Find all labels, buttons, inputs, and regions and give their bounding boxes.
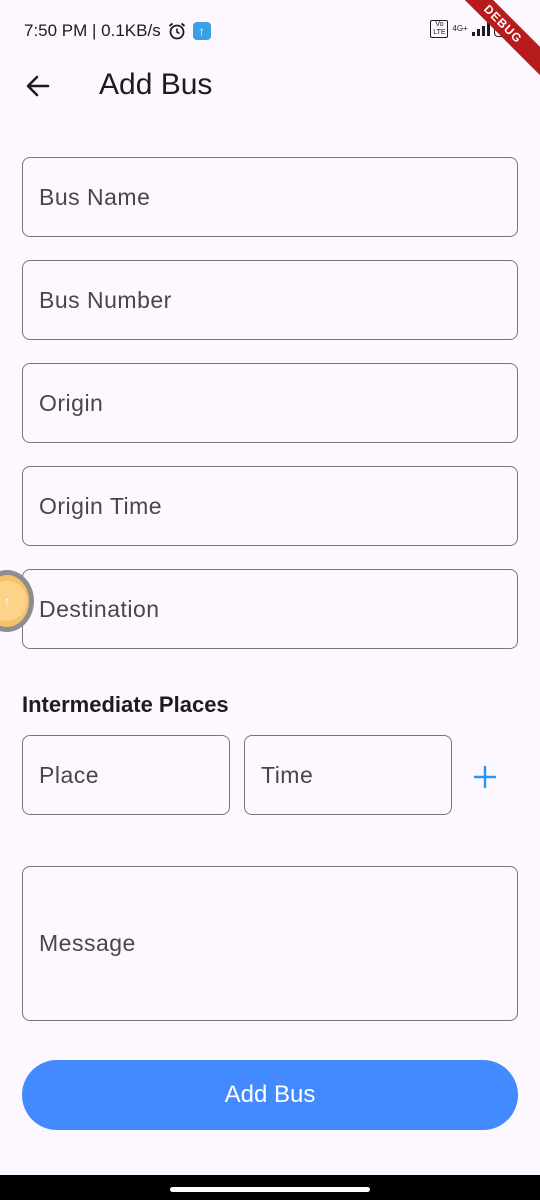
status-bar: 7:50 PM | 0.1KB/s ↑ Vo LTE 4G+ 39 bbox=[0, 0, 540, 62]
volte-icon: Vo LTE bbox=[430, 20, 449, 38]
bus-name-placeholder: Bus Name bbox=[39, 183, 151, 210]
intermediate-places-title: Intermediate Places bbox=[22, 692, 229, 717]
place-placeholder: Place bbox=[39, 761, 100, 788]
origin-time-field[interactable]: Origin Time bbox=[22, 466, 518, 546]
arrow-left-icon bbox=[26, 75, 50, 97]
origin-placeholder: Origin bbox=[39, 389, 104, 416]
plus-icon bbox=[473, 765, 497, 789]
place-field[interactable]: Place bbox=[22, 735, 230, 815]
bus-name-field[interactable]: Bus Name bbox=[22, 157, 518, 237]
add-bus-button-label: Add Bus bbox=[224, 1081, 316, 1108]
status-left: 7:50 PM | 0.1KB/s ↑ bbox=[24, 21, 211, 41]
time-field[interactable]: Time bbox=[244, 735, 452, 815]
network-type: 4G+ bbox=[452, 24, 468, 33]
page-title: Add Bus bbox=[99, 68, 213, 101]
app-bar: Add Bus bbox=[0, 62, 540, 108]
destination-placeholder: Destination bbox=[39, 595, 160, 622]
alarm-icon bbox=[168, 22, 185, 40]
add-bus-button[interactable]: Add Bus bbox=[22, 1060, 518, 1130]
back-button[interactable] bbox=[22, 70, 54, 102]
status-time: 7:50 PM | 0.1KB/s bbox=[24, 21, 161, 40]
message-placeholder: Message bbox=[39, 930, 136, 956]
message-field[interactable]: Message bbox=[22, 866, 518, 1021]
bus-number-placeholder: Bus Number bbox=[39, 286, 172, 313]
bubble-icon: ↑ bbox=[0, 581, 27, 621]
signal-icon bbox=[471, 22, 490, 36]
origin-time-placeholder: Origin Time bbox=[39, 492, 163, 519]
origin-field[interactable]: Origin bbox=[22, 363, 518, 443]
bus-number-field[interactable]: Bus Number bbox=[22, 260, 518, 340]
time-placeholder: Time bbox=[261, 761, 314, 788]
home-indicator[interactable] bbox=[170, 1187, 370, 1192]
upload-icon: ↑ bbox=[192, 22, 211, 40]
add-place-button[interactable] bbox=[470, 762, 500, 792]
destination-field[interactable]: Destination bbox=[22, 569, 518, 649]
